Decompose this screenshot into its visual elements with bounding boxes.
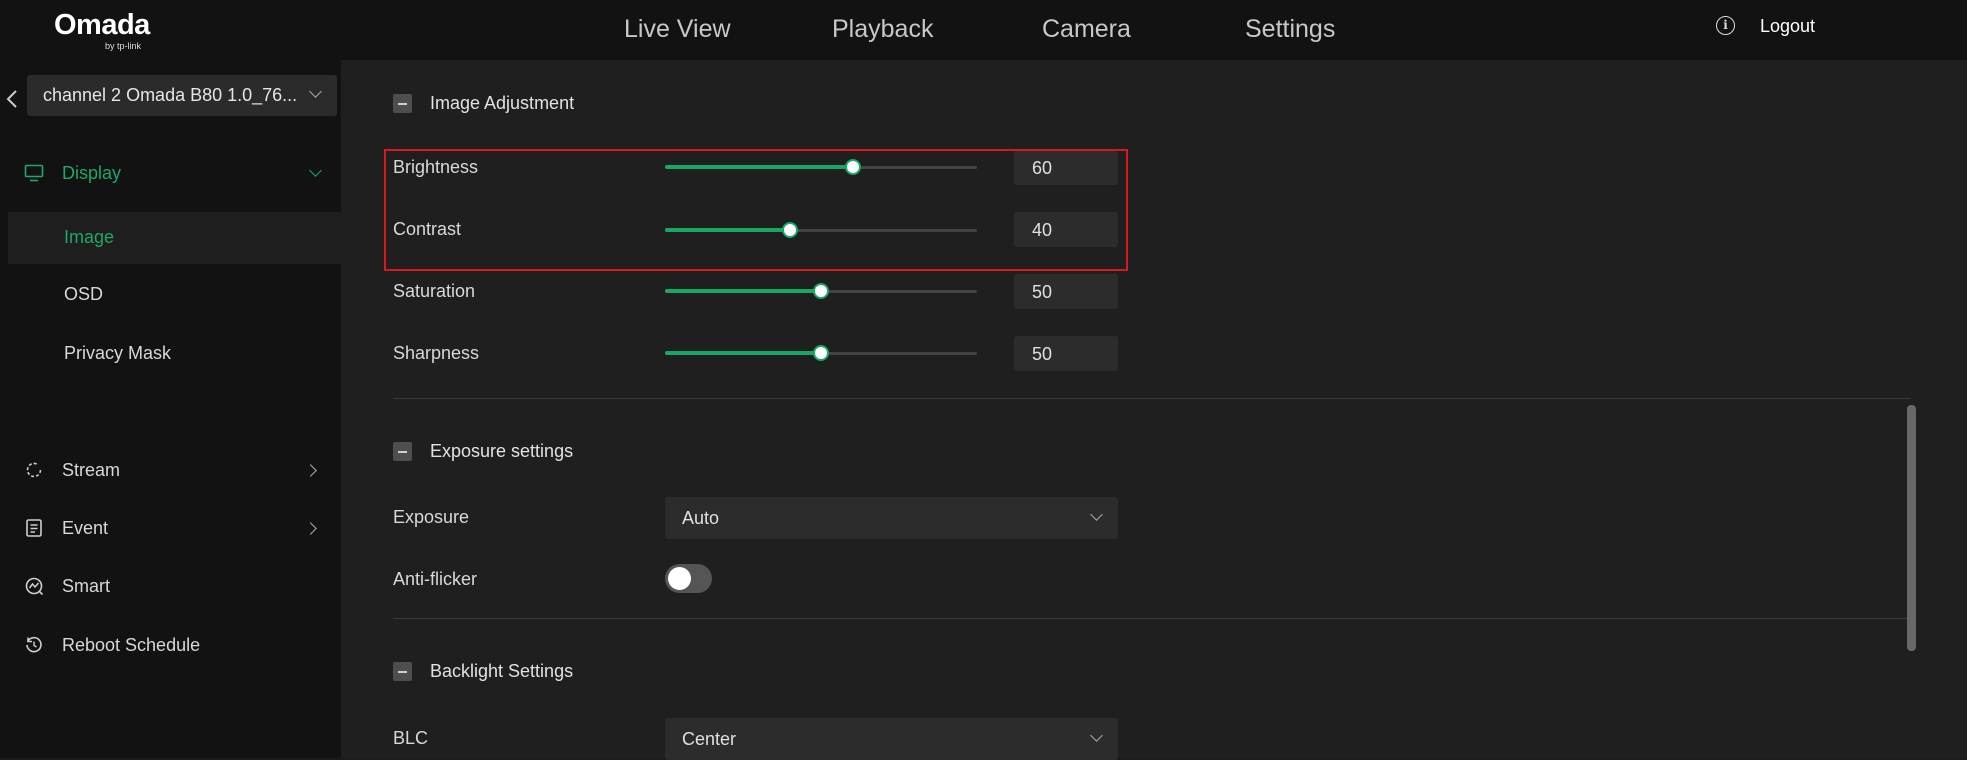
exposure-select[interactable]: Auto bbox=[665, 497, 1118, 539]
collapse-icon[interactable] bbox=[393, 442, 412, 461]
monitor-icon bbox=[24, 163, 44, 183]
logout-button[interactable]: Logout bbox=[1760, 16, 1815, 37]
vertical-scrollbar[interactable] bbox=[1907, 405, 1916, 651]
logo-tagline: by tp-link bbox=[105, 41, 142, 51]
anti-flicker-label: Anti-flicker bbox=[393, 569, 478, 589]
slider-thumb[interactable] bbox=[813, 283, 829, 299]
omada-logo[interactable]: Omada by tp-link bbox=[54, 9, 150, 51]
sidebar-item-event[interactable]: Event bbox=[0, 507, 341, 551]
section-title: Image Adjustment bbox=[430, 93, 575, 113]
exposure-select-value: Auto bbox=[682, 508, 720, 528]
chevron-right-icon bbox=[304, 464, 317, 477]
sidebar-item-display[interactable]: Display bbox=[0, 152, 341, 196]
collapse-icon[interactable] bbox=[393, 94, 412, 113]
sidebar-item-label: Display bbox=[62, 163, 122, 183]
nav-live-view[interactable]: Live View bbox=[624, 15, 731, 44]
sidebar-item-label: Reboot Schedule bbox=[62, 635, 201, 655]
blc-select-value: Center bbox=[682, 729, 737, 749]
saturation-value: 50 bbox=[1032, 282, 1053, 302]
nav-camera[interactable]: Camera bbox=[1042, 15, 1131, 44]
saturation-slider[interactable] bbox=[665, 280, 977, 302]
blc-label: BLC bbox=[393, 728, 429, 748]
sidebar: channel 2 Omada B80 1.0_76... Display Im… bbox=[0, 60, 341, 758]
sidebar-item-stream[interactable]: Stream bbox=[0, 449, 341, 493]
toggle-knob bbox=[668, 567, 691, 590]
sidebar-subitem-privacy-mask[interactable]: Privacy Mask bbox=[8, 328, 341, 380]
highlight-box bbox=[384, 149, 1128, 271]
sidebar-subitem-image[interactable]: Image bbox=[8, 212, 341, 264]
section-title: Exposure settings bbox=[430, 441, 574, 461]
reboot-icon bbox=[24, 635, 44, 655]
channel-select[interactable]: channel 2 Omada B80 1.0_76... bbox=[27, 75, 337, 116]
channel-select-value: channel 2 Omada B80 1.0_76... bbox=[43, 85, 298, 105]
chevron-down-icon bbox=[1090, 729, 1103, 742]
logo-text: Omada bbox=[54, 9, 150, 41]
sidebar-subitem-label: Privacy Mask bbox=[64, 343, 172, 363]
sidebar-item-label: Event bbox=[62, 518, 109, 538]
document-icon bbox=[24, 518, 44, 538]
chevron-down-icon bbox=[309, 85, 322, 98]
chevron-down-icon bbox=[309, 164, 322, 177]
sidebar-item-reboot-schedule[interactable]: Reboot Schedule bbox=[0, 624, 341, 668]
top-bar: Omada by tp-link Live View Playback Came… bbox=[0, 0, 1967, 60]
anti-flicker-toggle[interactable] bbox=[665, 564, 712, 593]
sidebar-subitem-label: OSD bbox=[64, 284, 104, 304]
info-icon[interactable]: i bbox=[1716, 16, 1735, 35]
back-arrow-icon[interactable] bbox=[6, 89, 18, 115]
nav-playback[interactable]: Playback bbox=[832, 15, 933, 44]
slider-fill bbox=[665, 351, 821, 355]
section-divider bbox=[393, 618, 1911, 619]
refresh-icon bbox=[24, 460, 44, 480]
sharpness-value-input[interactable]: 50 bbox=[1014, 336, 1118, 371]
section-divider bbox=[393, 398, 1911, 399]
slider-fill bbox=[665, 289, 821, 293]
sidebar-item-label: Smart bbox=[62, 576, 111, 596]
smart-icon bbox=[24, 576, 44, 596]
chevron-down-icon bbox=[1090, 508, 1103, 521]
nav-settings[interactable]: Settings bbox=[1245, 15, 1335, 44]
blc-select[interactable]: Center bbox=[665, 718, 1118, 760]
sidebar-item-label: Stream bbox=[62, 460, 121, 480]
section-title: Backlight Settings bbox=[430, 661, 574, 681]
slider-thumb[interactable] bbox=[813, 345, 829, 361]
settings-content: Image Adjustment Brightness 60 Contrast … bbox=[341, 60, 1967, 760]
collapse-icon[interactable] bbox=[393, 662, 412, 681]
saturation-value-input[interactable]: 50 bbox=[1014, 274, 1118, 309]
saturation-label: Saturation bbox=[393, 281, 476, 301]
sharpness-value: 50 bbox=[1032, 344, 1053, 364]
sidebar-subitem-osd[interactable]: OSD bbox=[8, 269, 341, 321]
chevron-right-icon bbox=[304, 522, 317, 535]
sidebar-subitem-label: Image bbox=[64, 227, 115, 247]
sidebar-item-smart[interactable]: Smart bbox=[0, 565, 341, 609]
sharpness-label: Sharpness bbox=[393, 343, 480, 363]
sharpness-slider[interactable] bbox=[665, 342, 977, 364]
exposure-label: Exposure bbox=[393, 507, 470, 527]
